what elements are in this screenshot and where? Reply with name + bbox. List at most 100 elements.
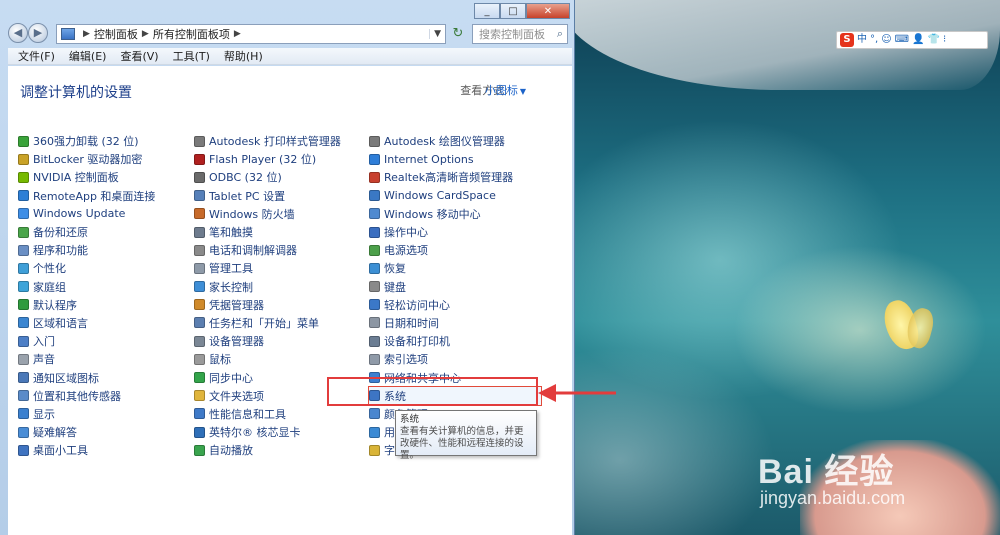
control-panel-item-label: 自动播放: [209, 444, 253, 458]
navigation-bar: ◀ ▶ ▶ 控制面板 ▶ 所有控制面板项 ▶ ▼ ↻ 搜索控制面板 ⌕: [0, 20, 574, 48]
control-panel-item-icon: [18, 390, 29, 402]
control-panel-item[interactable]: 位置和其他传感器: [18, 387, 188, 405]
control-panel-item[interactable]: 轻松访问中心: [369, 296, 541, 314]
breadcrumb-all-items[interactable]: 所有控制面板项: [153, 26, 230, 42]
control-panel-item-icon: [18, 281, 29, 293]
ime-user-icon[interactable]: 👤: [912, 33, 924, 47]
control-panel-item[interactable]: 键盘: [369, 278, 541, 296]
control-panel-item-label: 设备管理器: [209, 335, 264, 349]
control-panel-item[interactable]: Autodesk 打印样式管理器: [194, 132, 364, 150]
control-panel-item-icon: [369, 444, 380, 456]
ime-keyboard-icon[interactable]: ⌨: [895, 33, 909, 47]
control-panel-item[interactable]: 电话和调制解调器: [194, 241, 364, 259]
control-panel-item[interactable]: 性能信息和工具: [194, 405, 364, 423]
control-panel-item[interactable]: 电源选项: [369, 241, 541, 259]
control-panel-item-label: 通知区域图标: [33, 371, 99, 385]
menu-view[interactable]: 查看(V): [120, 48, 158, 64]
control-panel-item[interactable]: 桌面小工具: [18, 441, 188, 459]
menu-edit[interactable]: 编辑(E): [69, 48, 107, 64]
control-panel-item[interactable]: Windows Update: [18, 205, 188, 223]
menu-tools[interactable]: 工具(T): [173, 48, 210, 64]
control-panel-item[interactable]: 笔和触摸: [194, 223, 364, 241]
control-panel-item-icon: [18, 317, 29, 329]
control-panel-item[interactable]: Flash Player (32 位): [194, 150, 364, 168]
control-panel-item[interactable]: BitLocker 驱动器加密: [18, 150, 188, 168]
breadcrumb-control-panel[interactable]: 控制面板: [94, 26, 138, 42]
control-panel-item[interactable]: 鼠标: [194, 350, 364, 368]
control-panel-item[interactable]: 疑难解答: [18, 423, 188, 441]
sogou-logo-icon[interactable]: S: [840, 33, 854, 47]
control-panel-item[interactable]: 声音: [18, 350, 188, 368]
ime-chinese-mode[interactable]: 中: [857, 33, 867, 47]
ime-menu-icon[interactable]: ⁝: [943, 33, 946, 47]
control-panel-item[interactable]: 英特尔® 核芯显卡: [194, 423, 364, 441]
control-panel-icon: [61, 28, 75, 40]
search-input[interactable]: 搜索控制面板 ⌕: [472, 24, 568, 44]
control-panel-item-icon: [369, 281, 380, 293]
control-panel-item[interactable]: Windows 移动中心: [369, 205, 541, 223]
ime-emoji-icon[interactable]: ☺: [881, 33, 891, 47]
menu-bar: 文件(F) 编辑(E) 查看(V) 工具(T) 帮助(H): [8, 48, 572, 65]
control-panel-item[interactable]: 管理工具: [194, 259, 364, 277]
control-panel-item[interactable]: 显示: [18, 405, 188, 423]
control-panel-item[interactable]: 个性化: [18, 259, 188, 277]
control-panel-item[interactable]: 区域和语言: [18, 314, 188, 332]
control-panel-item[interactable]: Autodesk 绘图仪管理器: [369, 132, 541, 150]
control-panel-item-icon: [18, 226, 29, 238]
search-icon[interactable]: ⌕: [557, 27, 563, 41]
control-panel-item[interactable]: 通知区域图标: [18, 368, 188, 386]
annotation-arrow: [538, 384, 616, 402]
control-panel-item-label: 程序和功能: [33, 244, 88, 258]
minimize-button[interactable]: _: [474, 3, 500, 19]
control-panel-item[interactable]: 设备管理器: [194, 332, 364, 350]
control-panel-item[interactable]: 入门: [18, 332, 188, 350]
control-panel-item-icon: [18, 372, 29, 384]
control-panel-item[interactable]: 家长控制: [194, 278, 364, 296]
control-panel-item[interactable]: 程序和功能: [18, 241, 188, 259]
items-column-2: Autodesk 打印样式管理器 Flash Player (32 位) ODBC …: [194, 132, 364, 459]
control-panel-item-icon: [194, 408, 205, 420]
ime-toolbar[interactable]: S 中 °, ☺ ⌨ 👤 👕 ⁝: [836, 31, 988, 49]
menu-help[interactable]: 帮助(H): [224, 48, 263, 64]
tooltip-title: 系统: [400, 414, 420, 425]
control-panel-item[interactable]: Windows 防火墙: [194, 205, 364, 223]
view-by-dropdown[interactable]: 小图标 ▼: [485, 82, 526, 98]
ime-punctuation[interactable]: °,: [870, 33, 878, 47]
menu-file[interactable]: 文件(F): [18, 48, 55, 64]
control-panel-item[interactable]: ODBC (32 位): [194, 168, 364, 186]
control-panel-item[interactable]: Windows CardSpace: [369, 187, 541, 205]
control-panel-item[interactable]: 日期和时间: [369, 314, 541, 332]
control-panel-item-icon: [369, 353, 380, 365]
control-panel-item-label: NVIDIA 控制面板: [33, 171, 119, 185]
control-panel-item-icon: [369, 299, 380, 311]
control-panel-item[interactable]: 恢复: [369, 259, 541, 277]
close-button[interactable]: ✕: [526, 3, 570, 19]
title-bar[interactable]: _ □ ✕: [0, 0, 574, 20]
control-panel-item[interactable]: 设备和打印机: [369, 332, 541, 350]
control-panel-item[interactable]: RemoteApp 和桌面连接: [18, 187, 188, 205]
control-panel-item-label: 恢复: [384, 262, 406, 276]
control-panel-item[interactable]: 默认程序: [18, 296, 188, 314]
control-panel-item-label: 索引选项: [384, 353, 428, 367]
control-panel-item-label: 操作中心: [384, 226, 428, 240]
address-dropdown-icon[interactable]: ▼: [429, 29, 445, 39]
control-panel-item[interactable]: Tablet PC 设置: [194, 187, 364, 205]
ime-skin-icon[interactable]: 👕: [928, 33, 940, 47]
control-panel-item[interactable]: 自动播放: [194, 441, 364, 459]
forward-button[interactable]: ▶: [28, 23, 48, 43]
control-panel-item[interactable]: 家庭组: [18, 278, 188, 296]
control-panel-item[interactable]: 凭据管理器: [194, 296, 364, 314]
back-button[interactable]: ◀: [8, 23, 28, 43]
control-panel-item[interactable]: 操作中心: [369, 223, 541, 241]
refresh-icon[interactable]: ↻: [450, 24, 466, 44]
control-panel-item[interactable]: NVIDIA 控制面板: [18, 168, 188, 186]
control-panel-item-label: Windows 防火墙: [209, 207, 295, 221]
control-panel-item[interactable]: 任务栏和「开始」菜单: [194, 314, 364, 332]
control-panel-item[interactable]: 备份和还原: [18, 223, 188, 241]
control-panel-item[interactable]: 360强力卸载 (32 位): [18, 132, 188, 150]
control-panel-item[interactable]: Internet Options: [369, 150, 541, 168]
control-panel-item[interactable]: Realtek高清晰音频管理器: [369, 168, 541, 186]
maximize-button[interactable]: □: [500, 3, 526, 19]
control-panel-item[interactable]: 索引选项: [369, 350, 541, 368]
address-bar[interactable]: ▶ 控制面板 ▶ 所有控制面板项 ▶ ▼: [56, 24, 446, 44]
